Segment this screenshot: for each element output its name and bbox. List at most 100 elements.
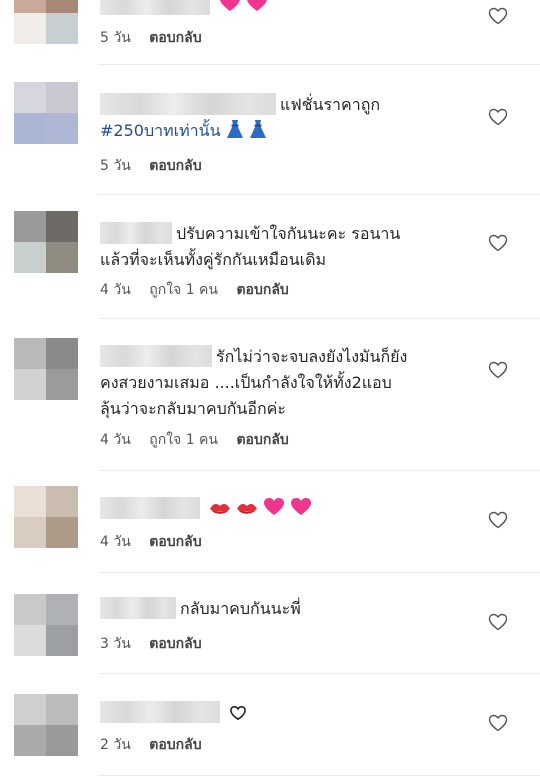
comment-divider xyxy=(98,775,540,776)
avatar[interactable] xyxy=(14,486,78,548)
username-blurred[interactable] xyxy=(100,497,200,519)
avatar-tile xyxy=(14,594,46,625)
comment-text xyxy=(100,496,470,525)
comment-meta: 4 วัน ถูกใจ 1 คน ตอบกลับ xyxy=(100,279,303,301)
timestamp: 4 วัน xyxy=(100,282,131,298)
timestamp: 3 วัน xyxy=(100,636,131,652)
avatar-tile xyxy=(14,369,46,400)
avatar-tile xyxy=(46,625,78,656)
avatar-tile xyxy=(14,211,46,242)
comment-text xyxy=(100,700,470,729)
avatar-tile xyxy=(46,113,78,144)
avatar[interactable] xyxy=(14,694,78,756)
timestamp: 2 วัน xyxy=(100,737,131,753)
comment-divider xyxy=(98,64,540,65)
avatar-tile xyxy=(46,338,78,369)
comment-text: ปรับความเข้าใจกันนะคะ รอนาน แล้วที่จะเห็… xyxy=(100,221,470,273)
avatar-tile xyxy=(46,594,78,625)
avatar-tile xyxy=(14,113,46,144)
avatar-tile xyxy=(14,82,46,113)
like-heart-icon[interactable] xyxy=(488,234,508,254)
comment-line-2: คงสวยงามเสมอ ....เป็นกำลังใจให้ทั้ง2แอบ xyxy=(100,373,392,392)
timestamp: 5 วัน xyxy=(100,158,131,174)
avatar[interactable] xyxy=(14,338,78,400)
sparkling-heart-emoji xyxy=(263,497,285,525)
avatar-tile xyxy=(14,694,46,725)
reply-button[interactable]: ตอบกลับ xyxy=(236,432,288,448)
reply-button[interactable]: ตอบกลับ xyxy=(236,282,288,298)
dress-emoji xyxy=(226,119,244,147)
like-heart-icon[interactable] xyxy=(488,361,508,381)
dress-emoji xyxy=(249,119,267,147)
avatar-tile xyxy=(14,0,46,13)
kiss-mark-emoji xyxy=(236,499,258,525)
like-heart-icon[interactable] xyxy=(488,511,508,531)
avatar-tile xyxy=(46,211,78,242)
comment-line-1: ปรับความเข้าใจกันนะคะ รอนาน xyxy=(176,224,401,243)
reply-button[interactable]: ตอบกลับ xyxy=(149,737,201,753)
hashtag-link[interactable]: #250บาทเท่านั้น xyxy=(100,121,221,140)
comment-meta: 2 วัน ตอบกลับ xyxy=(100,734,216,756)
timestamp: 5 วัน xyxy=(100,30,131,46)
avatar-tile xyxy=(46,694,78,725)
comment-text: แฟชั่นราคาถูก #250บาทเท่านั้น xyxy=(100,92,470,147)
timestamp: 4 วัน xyxy=(100,534,131,550)
heart-outline-emoji xyxy=(229,703,247,729)
username-blurred[interactable] xyxy=(100,0,210,15)
avatar-tile xyxy=(14,338,46,369)
comment-meta: 4 วัน ถูกใจ 1 คน ตอบกลับ xyxy=(100,429,303,451)
avatar-tile xyxy=(14,725,46,756)
comment-line-1: กลับมาคบกันนะพี่ xyxy=(180,599,301,618)
avatar[interactable] xyxy=(14,211,78,273)
like-heart-icon[interactable] xyxy=(488,7,508,27)
username-blurred[interactable] xyxy=(100,222,172,244)
comment-divider xyxy=(98,318,540,319)
comment-meta: 5 วัน ตอบกลับ xyxy=(100,27,216,49)
reply-button[interactable]: ตอบกลับ xyxy=(149,30,201,46)
comment-divider xyxy=(98,673,540,674)
avatar-tile xyxy=(14,517,46,548)
comment-meta: 5 วัน ตอบกลับ xyxy=(100,155,216,177)
reply-button[interactable]: ตอบกลับ xyxy=(149,158,201,174)
reply-button[interactable]: ตอบกลับ xyxy=(149,636,201,652)
comment-line-1: รักไม่ว่าจะจบลงยังไงมันก็ยัง xyxy=(216,347,408,366)
username-blurred[interactable] xyxy=(100,345,212,367)
comment-line-1: แฟชั่นราคาถูก xyxy=(280,95,381,114)
reply-button[interactable]: ตอบกลับ xyxy=(149,534,201,550)
avatar-tile xyxy=(46,725,78,756)
avatar-tile xyxy=(46,517,78,548)
comment-meta: 3 วัน ตอบกลับ xyxy=(100,633,216,655)
likes-count[interactable]: ถูกใจ 1 คน xyxy=(149,432,218,448)
likes-count[interactable]: ถูกใจ 1 คน xyxy=(149,282,218,298)
comment-text: กลับมาคบกันนะพี่ xyxy=(100,596,470,622)
sparkling-heart-emoji xyxy=(246,0,268,21)
sparkling-heart-emoji xyxy=(219,0,241,21)
avatar-tile xyxy=(14,242,46,273)
avatar-tile xyxy=(46,486,78,517)
like-heart-icon[interactable] xyxy=(488,108,508,128)
avatar-tile xyxy=(14,625,46,656)
kiss-mark-emoji xyxy=(209,499,231,525)
avatar-tile xyxy=(14,13,46,44)
avatar-tile xyxy=(46,242,78,273)
avatar[interactable] xyxy=(14,594,78,656)
comment-meta: 4 วัน ตอบกลับ xyxy=(100,531,216,553)
sparkling-heart-emoji xyxy=(290,497,312,525)
comment-line-2: แล้วที่จะเห็นทั้งคู่รักกันเหมือนเดิม xyxy=(100,250,327,269)
avatar[interactable] xyxy=(14,82,78,144)
avatar-tile xyxy=(14,486,46,517)
comment-text xyxy=(100,0,470,21)
avatar-tile xyxy=(46,369,78,400)
username-blurred[interactable] xyxy=(100,93,276,115)
comment-divider xyxy=(98,194,540,195)
username-blurred[interactable] xyxy=(100,597,176,619)
like-heart-icon[interactable] xyxy=(488,613,508,633)
avatar[interactable] xyxy=(14,0,78,44)
like-heart-icon[interactable] xyxy=(488,714,508,734)
comment-text: รักไม่ว่าจะจบลงยังไงมันก็ยัง คงสวยงามเสม… xyxy=(100,344,470,422)
username-blurred[interactable] xyxy=(100,701,220,723)
avatar-tile xyxy=(46,82,78,113)
avatar-tile xyxy=(46,0,78,13)
comment-line-3: ลุ้นว่าจะกลับมาคบกันอีกค่ะ xyxy=(100,399,286,418)
timestamp: 4 วัน xyxy=(100,432,131,448)
